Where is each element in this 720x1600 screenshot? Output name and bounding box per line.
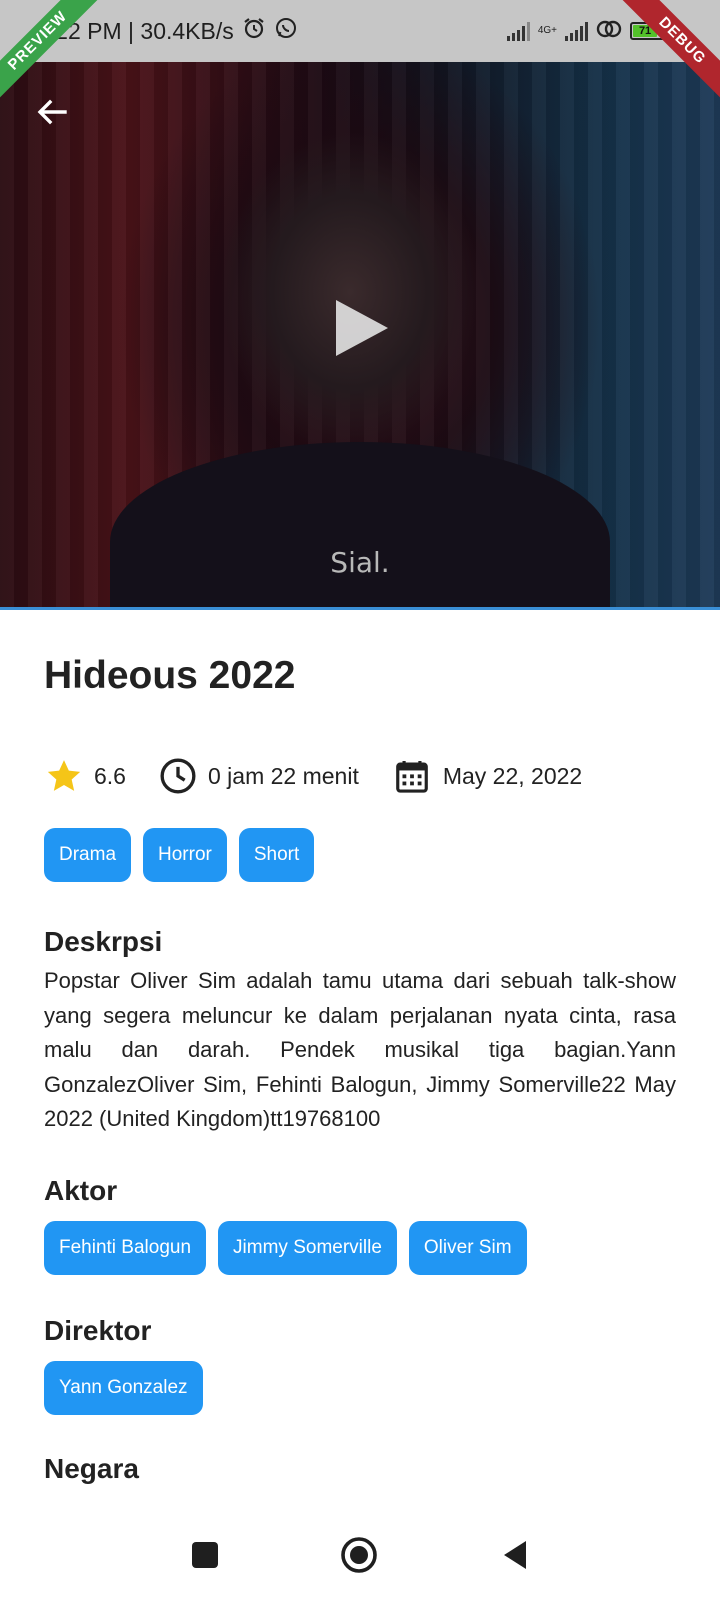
whatsapp-icon — [274, 16, 298, 46]
signal-icon — [506, 21, 530, 41]
battery-icon: 71 — [630, 22, 673, 40]
genre-chip[interactable]: Drama — [44, 828, 132, 882]
system-nav-bar — [0, 1510, 720, 1600]
actor-chip[interactable]: Oliver Sim — [408, 1220, 527, 1275]
duration-value: 0 jam 22 menit — [207, 762, 359, 789]
actor-chip[interactable]: Jimmy Somerville — [218, 1220, 397, 1275]
release-date-value: May 22, 2022 — [442, 762, 583, 789]
arrow-back-icon — [37, 99, 67, 125]
actor-chip[interactable]: Fehinti Balogun — [44, 1220, 207, 1275]
link-icon — [596, 18, 622, 45]
back-button[interactable] — [32, 92, 72, 132]
actors-heading: Aktor — [44, 1174, 118, 1206]
clock-icon — [160, 758, 196, 794]
home-button[interactable] — [336, 1532, 382, 1578]
rating-value: 6.6 — [94, 762, 126, 789]
release-date: May 22, 2022 — [393, 756, 582, 796]
director-heading: Direktor — [44, 1314, 152, 1346]
rating: 6.6 — [44, 756, 126, 796]
signal-icon-2 — [565, 21, 588, 41]
calendar-icon — [396, 760, 428, 793]
genre-chips: Drama Horror Short — [44, 828, 676, 882]
status-bar: 2:22 PM | 30.4KB/s 4G+ 71 — [0, 0, 720, 62]
movie-meta: 6.6 0 jam 22 menit May 22, 2022 — [44, 754, 676, 798]
genre-chip[interactable]: Horror — [143, 828, 227, 882]
description-text: Popstar Oliver Sim adalah tamu utama dar… — [44, 968, 676, 1131]
duration: 0 jam 22 menit — [158, 756, 359, 796]
alarm-icon — [242, 16, 266, 46]
status-right: 4G+ 71 — [506, 18, 673, 45]
status-time-speed: 2:22 PM | 30.4KB/s — [36, 17, 234, 44]
director-chips: Yann Gonzalez — [44, 1360, 676, 1415]
genre-chip[interactable]: Short — [238, 828, 315, 882]
country-heading: Negara — [44, 1452, 139, 1484]
video-subtitle: Sial. — [330, 546, 390, 579]
circle-icon — [341, 1537, 377, 1573]
movie-title: Hideous 2022 — [44, 654, 296, 697]
square-icon — [192, 1542, 218, 1568]
status-left: 2:22 PM | 30.4KB/s — [36, 16, 298, 46]
triangle-back-icon — [504, 1541, 526, 1569]
video-player[interactable]: Sial. — [0, 62, 720, 610]
back-nav-button[interactable] — [492, 1532, 538, 1578]
recents-button[interactable] — [182, 1532, 228, 1578]
director-chip[interactable]: Yann Gonzalez — [44, 1360, 203, 1415]
network-type: 4G+ — [537, 25, 557, 36]
actor-chips: Fehinti Balogun Jimmy Somerville Oliver … — [44, 1220, 676, 1275]
play-icon[interactable] — [332, 296, 392, 360]
description-heading: Deskrpsi — [44, 926, 163, 957]
battery-level: 71 — [633, 25, 658, 37]
movie-details[interactable]: Hideous 2022 6.6 0 jam 22 menit May 22, … — [44, 610, 676, 1510]
star-icon — [47, 760, 81, 791]
